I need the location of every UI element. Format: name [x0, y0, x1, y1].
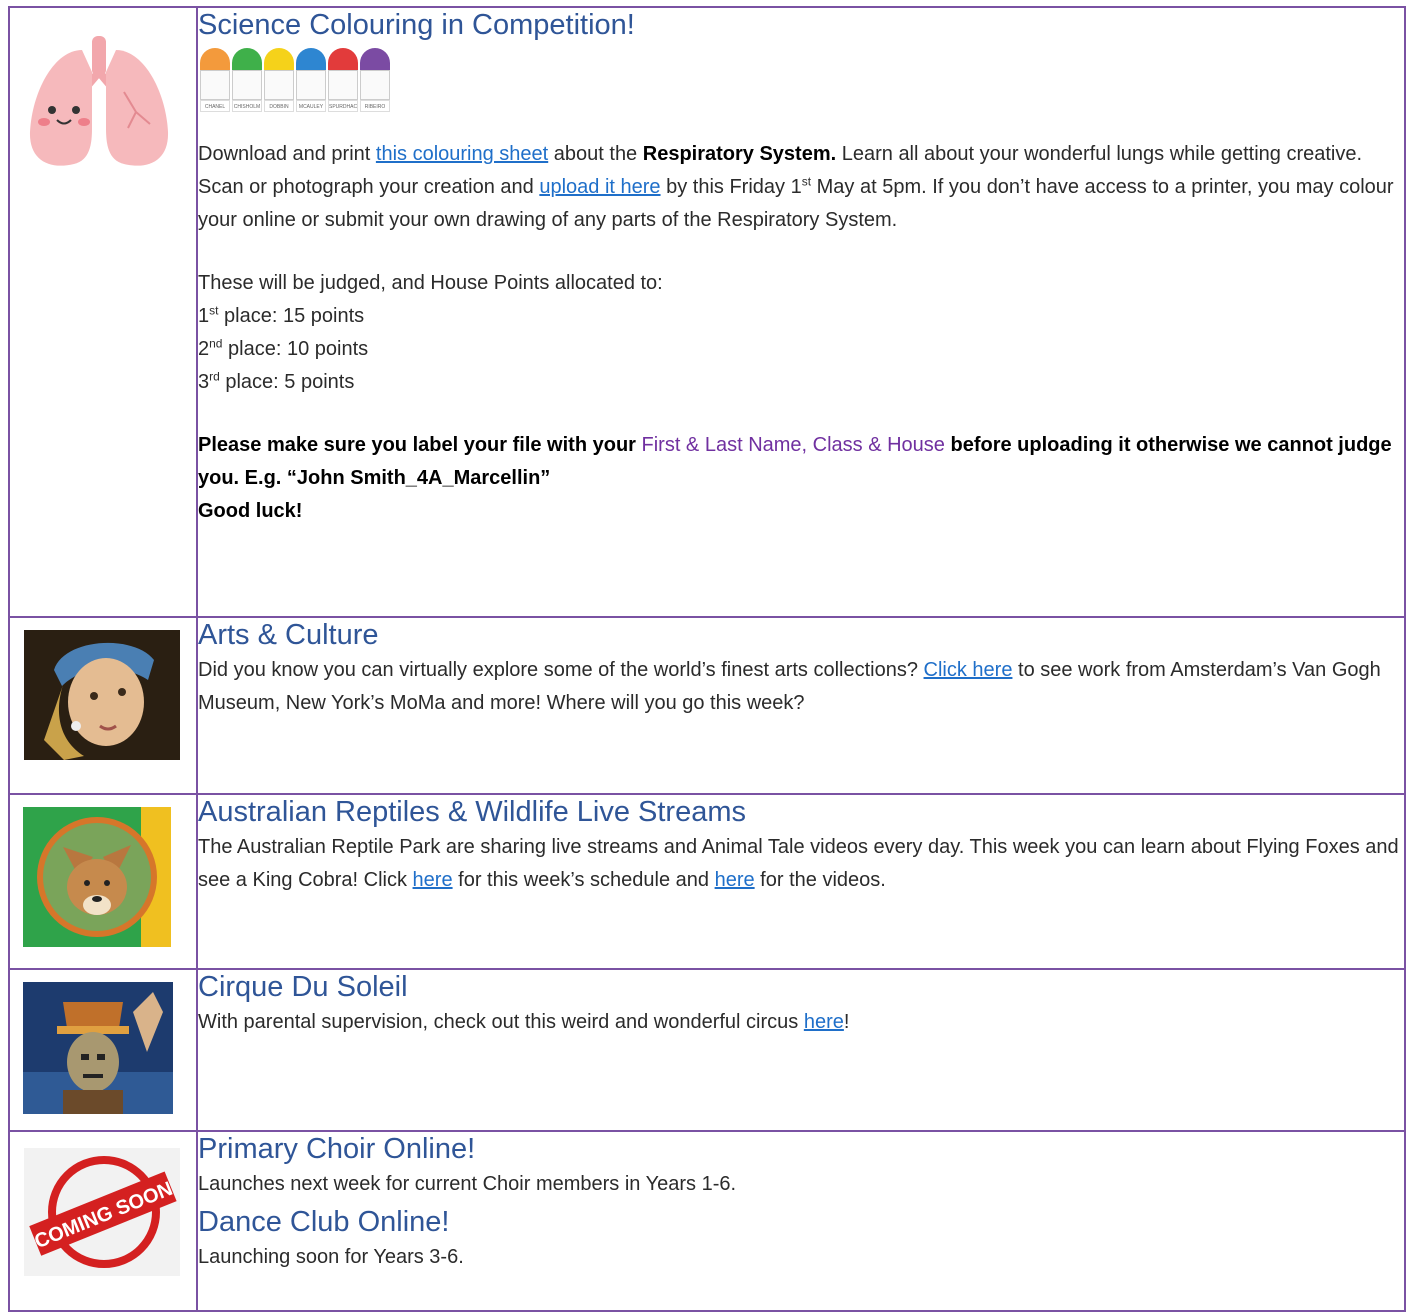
image-cell: [8, 968, 198, 1132]
labelling-note: Please make sure you label your file wit…: [198, 434, 1392, 489]
arts-culture-text: Did you know you can virtually explore s…: [198, 659, 1381, 714]
row-cirque: Cirque Du Soleil With parental supervisi…: [8, 968, 1406, 1132]
place-first: 1st place: 15 points: [198, 303, 365, 327]
cirque-text: With parental supervision, check out thi…: [198, 1011, 850, 1033]
coming-soon-stamp-icon: COMING SOON: [24, 1148, 180, 1276]
girl-pearl-earring-painting-icon: [24, 630, 180, 760]
reptiles-title: Australian Reptiles & Wildlife Live Stre…: [198, 796, 746, 828]
arts-culture-content: Arts & Culture Did you know you can virt…: [196, 616, 1406, 795]
house-logo-mcauley: MCAULEY: [296, 48, 326, 112]
activities-table: Science Colouring in Competition! CHANEL…: [8, 6, 1406, 1312]
upload-link[interactable]: upload it here: [539, 176, 660, 198]
house-logo-chisholm: CHISHOLM: [232, 48, 262, 112]
place-second: 2nd place: 10 points: [198, 336, 369, 360]
image-cell: [8, 6, 198, 618]
science-competition-title: Science Colouring in Competition!: [198, 9, 635, 41]
judging-intro: These will be judged, and House Points a…: [198, 272, 663, 294]
science-competition-content: Science Colouring in Competition! CHANEL…: [196, 6, 1406, 618]
image-cell: COMING SOON: [8, 1130, 198, 1312]
house-logos: CHANEL CHISHOLM DOBBIN MCAULEY SPURDHACK…: [200, 48, 1404, 112]
house-logo-spurdhack: SPURDHACK: [328, 48, 358, 112]
arts-click-here-link[interactable]: Click here: [924, 659, 1013, 681]
circus-here-link[interactable]: here: [804, 1011, 844, 1033]
videos-here-link[interactable]: here: [715, 869, 755, 891]
good-luck: Good luck!: [198, 500, 303, 522]
image-cell: [8, 616, 198, 795]
cirque-title: Cirque Du Soleil: [198, 971, 408, 1003]
science-instructions: Download and print this colouring sheet …: [198, 143, 1394, 231]
reptiles-content: Australian Reptiles & Wildlife Live Stre…: [196, 793, 1406, 970]
reptiles-text: The Australian Reptile Park are sharing …: [198, 836, 1399, 891]
choir-dance-content: Primary Choir Online! Launches next week…: [196, 1130, 1406, 1312]
house-logo-dobbin: DOBBIN: [264, 48, 294, 112]
row-arts-culture: Arts & Culture Did you know you can virt…: [8, 616, 1406, 795]
row-reptiles: Australian Reptiles & Wildlife Live Stre…: [8, 793, 1406, 970]
image-cell: [8, 793, 198, 970]
place-third: 3rd place: 5 points: [198, 369, 355, 393]
dance-text: Launching soon for Years 3-6.: [198, 1246, 464, 1268]
choir-title: Primary Choir Online!: [198, 1133, 476, 1165]
house-logo-ribeiro: RIBEIRO: [360, 48, 390, 112]
lungs-icon: [29, 36, 169, 166]
dingo-icon: [23, 807, 171, 947]
dance-title: Dance Club Online!: [198, 1206, 450, 1238]
row-choir-dance: COMING SOON Primary Choir Online! Launch…: [8, 1130, 1406, 1312]
cirque-content: Cirque Du Soleil With parental supervisi…: [196, 968, 1406, 1132]
choir-text: Launches next week for current Choir mem…: [198, 1173, 737, 1195]
house-logo-chanel: CHANEL: [200, 48, 230, 112]
circus-performer-icon: [23, 982, 173, 1114]
row-science-competition: Science Colouring in Competition! CHANEL…: [8, 6, 1406, 618]
colouring-sheet-link[interactable]: this colouring sheet: [376, 143, 548, 165]
schedule-here-link[interactable]: here: [413, 869, 453, 891]
arts-culture-title: Arts & Culture: [198, 619, 379, 651]
